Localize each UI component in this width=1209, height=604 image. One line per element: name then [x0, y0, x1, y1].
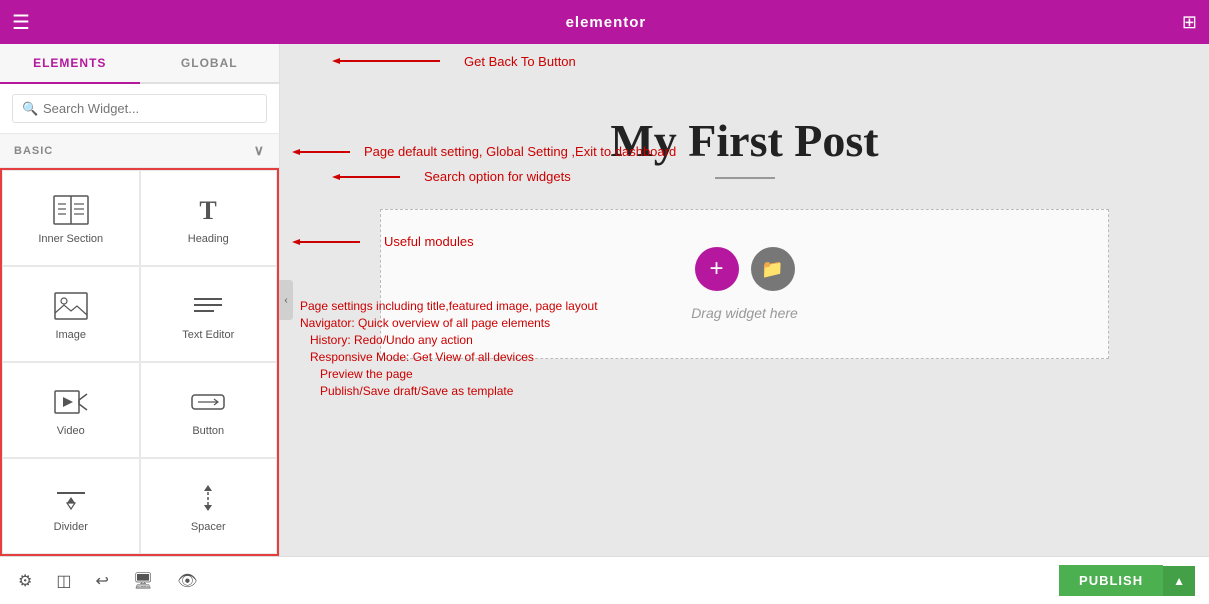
main-layout: ELEMENTS GLOBAL 🔍 BASIC ∨	[0, 44, 1209, 556]
search-icon: 🔍	[22, 101, 38, 117]
publish-button-group: PUBLISH ▲	[1059, 565, 1195, 596]
divider-icon	[53, 483, 89, 513]
publish-button[interactable]: PUBLISH	[1059, 565, 1163, 596]
history-icon[interactable]: ↩	[91, 567, 112, 595]
annot-publish: Publish/Save draft/Save as template	[320, 384, 598, 398]
annotation-search: Search option for widgets	[340, 169, 571, 184]
drop-zone-buttons: + 📁	[695, 247, 795, 291]
search-input[interactable]	[12, 94, 267, 123]
image-label: Image	[55, 329, 86, 341]
layers-icon[interactable]: ◫	[52, 567, 75, 595]
widget-inner-section[interactable]: Inner Section	[2, 170, 140, 266]
heading-label: Heading	[188, 233, 229, 245]
text-editor-icon	[190, 291, 226, 321]
widget-divider[interactable]: Divider	[2, 458, 140, 554]
video-icon	[53, 387, 89, 417]
widget-grid: Inner Section T Heading Image	[0, 168, 279, 556]
button-icon	[190, 387, 226, 417]
page-title: My First Post	[320, 114, 1169, 167]
annotation-search-label: Search option for widgets	[424, 169, 571, 184]
widget-button[interactable]: Button	[140, 362, 278, 458]
menu-icon[interactable]: ☰	[12, 10, 30, 35]
grid-icon[interactable]: ⊞	[1182, 12, 1197, 33]
text-editor-label: Text Editor	[182, 329, 234, 341]
widget-spacer[interactable]: Spacer	[140, 458, 278, 554]
spacer-label: Spacer	[191, 521, 226, 533]
widget-video[interactable]: Video	[2, 362, 140, 458]
annotation-get-back: Get Back To Button	[340, 52, 576, 70]
image-icon	[53, 291, 89, 321]
drop-zone[interactable]: + 📁 Drag widget here	[380, 209, 1109, 359]
annotation-get-back-label: Get Back To Button	[464, 54, 576, 69]
spacer-icon	[190, 483, 226, 513]
inner-section-icon	[53, 195, 89, 225]
svg-text:T: T	[200, 196, 217, 225]
video-label: Video	[57, 425, 85, 437]
add-widget-button[interactable]: +	[695, 247, 739, 291]
inner-section-label: Inner Section	[38, 233, 103, 245]
search-container: 🔍	[0, 84, 279, 134]
drop-text: Drag widget here	[691, 305, 798, 321]
preview-icon[interactable]: 👁	[173, 567, 201, 595]
elementor-logo: elementor	[566, 14, 647, 31]
heading-icon: T	[190, 195, 226, 225]
canvas-area: Get Back To Button Page default setting,…	[280, 44, 1209, 556]
settings-icon[interactable]: ⚙	[14, 567, 36, 595]
sidebar-collapse-btn[interactable]: ‹	[279, 280, 293, 320]
sidebar-tabs: ELEMENTS GLOBAL	[0, 44, 279, 84]
publish-arrow-button[interactable]: ▲	[1163, 566, 1195, 596]
category-header: BASIC ∨	[0, 134, 279, 168]
category-label: BASIC	[14, 145, 53, 157]
annot-preview: Preview the page	[320, 367, 598, 381]
top-bar: ☰ elementor ⊞	[0, 0, 1209, 44]
category-collapse-icon[interactable]: ∨	[254, 142, 265, 159]
bottom-bar: ⚙ ◫ ↩ 🖥 👁 PUBLISH ▲	[0, 556, 1209, 604]
responsive-icon[interactable]: 🖥	[129, 567, 157, 595]
sidebar: ELEMENTS GLOBAL 🔍 BASIC ∨	[0, 44, 280, 556]
tab-global[interactable]: GLOBAL	[140, 44, 280, 82]
widget-image[interactable]: Image	[2, 266, 140, 362]
page-divider	[715, 177, 775, 179]
widget-text-editor[interactable]: Text Editor	[140, 266, 278, 362]
button-label: Button	[192, 425, 224, 437]
add-template-button[interactable]: 📁	[751, 247, 795, 291]
widget-heading[interactable]: T Heading	[140, 170, 278, 266]
divider-label: Divider	[54, 521, 88, 533]
tab-elements[interactable]: ELEMENTS	[0, 44, 140, 84]
